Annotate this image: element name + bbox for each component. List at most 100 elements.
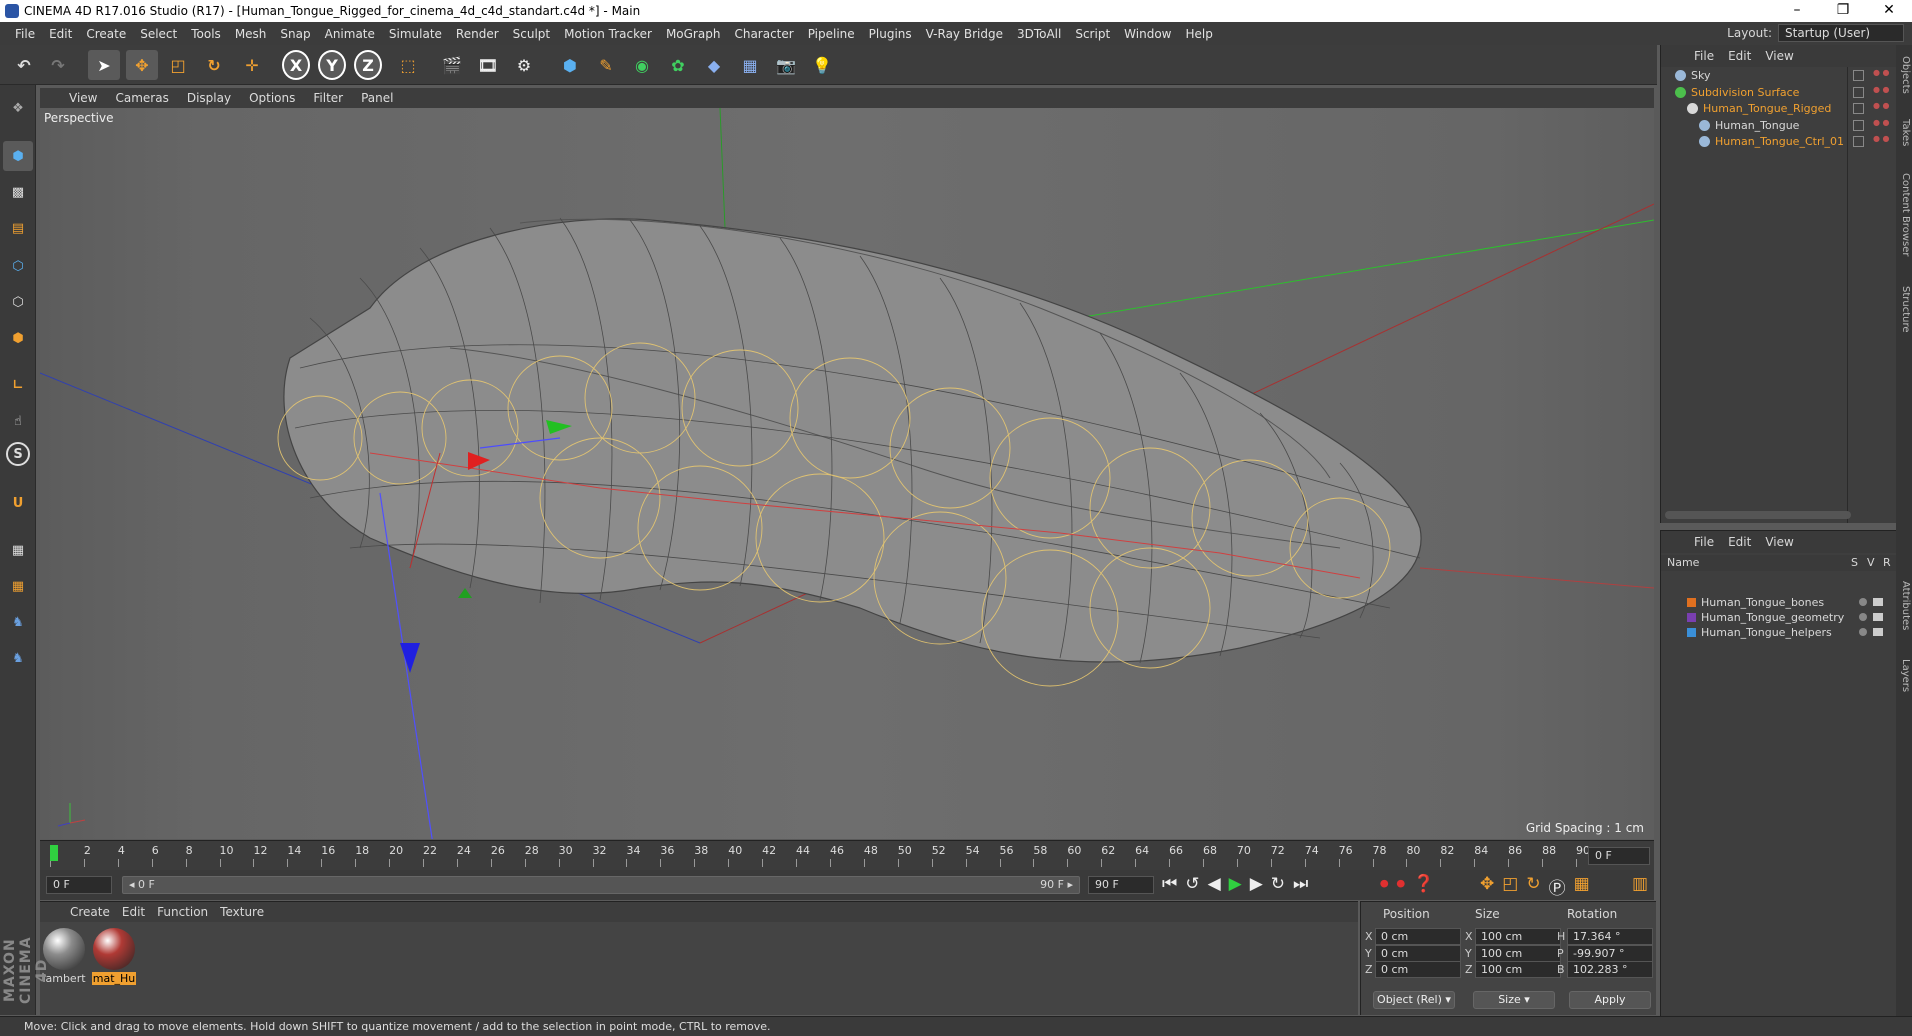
object-manager-scrollbar[interactable] xyxy=(1665,511,1851,519)
visibility-dots-icon[interactable]: ● ● xyxy=(1873,69,1890,77)
key-position-icon[interactable]: ✥ xyxy=(1480,874,1494,899)
layer-solo-toggle[interactable] xyxy=(1859,613,1867,621)
axis-y-button[interactable]: Y xyxy=(318,50,346,80)
object-tag-icon[interactable] xyxy=(1853,119,1864,131)
menu-edit[interactable]: Edit xyxy=(42,27,79,41)
render-settings-icon[interactable]: ⚙ xyxy=(508,50,540,80)
play-icon[interactable]: ▶ xyxy=(1229,874,1242,894)
side-tab-objects[interactable]: Objects xyxy=(1897,49,1911,101)
coordinate-system-icon[interactable]: ⬚ xyxy=(392,50,424,80)
select-tool-icon[interactable]: ➤ xyxy=(88,50,120,80)
workplane-mode-icon[interactable]: ▤ xyxy=(3,213,33,243)
subdivision-surface-icon[interactable]: ◉ xyxy=(626,50,658,80)
viewport-menu-cameras[interactable]: Cameras xyxy=(106,91,177,105)
rotation-field[interactable]: -99.907 ° xyxy=(1567,944,1653,962)
menu-sculpt[interactable]: Sculpt xyxy=(506,27,557,41)
rotate-tool-icon[interactable]: ↻ xyxy=(198,50,230,80)
object-row[interactable]: Human_Tongue_Ctrl_01 ● ● xyxy=(1661,133,1897,151)
viewport-menu-view[interactable]: View xyxy=(60,91,106,105)
menu-tools[interactable]: Tools xyxy=(184,27,228,41)
go-to-end-icon[interactable]: ⏭ xyxy=(1293,874,1308,894)
previous-frame-icon[interactable]: ◀ xyxy=(1208,874,1221,894)
floor-icon[interactable]: ▦ xyxy=(734,50,766,80)
render-view-icon[interactable]: 🎬 xyxy=(436,50,468,80)
material-swatch[interactable]: mat_Hu xyxy=(92,928,136,985)
edges-mode-icon[interactable]: ⬡ xyxy=(3,287,33,317)
close-button[interactable]: ✕ xyxy=(1866,0,1912,22)
python-script-2-icon[interactable]: ♞ xyxy=(3,643,33,673)
polygons-mode-icon[interactable]: ⬢ xyxy=(3,323,33,353)
maximize-button[interactable]: ❐ xyxy=(1820,0,1866,22)
menu-render[interactable]: Render xyxy=(449,27,506,41)
pen-spline-icon[interactable]: ✎ xyxy=(590,50,622,80)
axis-mode-icon[interactable]: ∟ xyxy=(3,370,33,400)
snap-icon[interactable]: S xyxy=(6,442,30,466)
layer-row[interactable]: Human_Tongue_helpers xyxy=(1661,625,1897,640)
layer-row[interactable]: Human_Tongue_geometry xyxy=(1661,610,1897,625)
viewport-menu-filter[interactable]: Filter xyxy=(304,91,352,105)
texture-mode-icon[interactable]: ▩ xyxy=(3,177,33,207)
viewport-menu-panel[interactable]: Panel xyxy=(352,91,402,105)
layer-name-column[interactable]: Name xyxy=(1667,555,1699,571)
object-menu-view[interactable]: View xyxy=(1758,49,1800,63)
layer-color-swatch[interactable] xyxy=(1687,613,1696,622)
layer-menu-file[interactable]: File xyxy=(1687,535,1721,549)
layer-row[interactable]: Human_Tongue_bones xyxy=(1661,595,1897,610)
visibility-dots-icon[interactable]: ● ● xyxy=(1873,85,1890,93)
object-tag-icon[interactable] xyxy=(1853,86,1864,98)
scale-tool-icon[interactable]: ◰ xyxy=(162,50,194,80)
menu-mesh[interactable]: Mesh xyxy=(228,27,274,41)
position-field[interactable]: 0 cm xyxy=(1375,944,1461,962)
menu-pipeline[interactable]: Pipeline xyxy=(801,27,862,41)
side-tab-takes[interactable]: Takes xyxy=(1897,113,1911,153)
layer-color-swatch[interactable] xyxy=(1687,598,1696,607)
model-mode-icon[interactable]: ⬢ xyxy=(3,141,33,171)
layer-solo-toggle[interactable] xyxy=(1859,628,1867,636)
layer-solo-toggle[interactable] xyxy=(1859,598,1867,606)
make-editable-icon[interactable]: ❖ xyxy=(3,93,33,123)
object-row[interactable]: Human_Tongue_Rigged ● ● xyxy=(1661,100,1897,118)
object-tag-icon[interactable] xyxy=(1853,103,1864,114)
next-key-icon[interactable]: ↻ xyxy=(1271,874,1285,894)
axis-z-button[interactable]: Z xyxy=(354,50,382,80)
side-tab-structure[interactable]: Structure xyxy=(1897,277,1911,341)
material-menu-create[interactable]: Create xyxy=(64,905,116,919)
menu-window[interactable]: Window xyxy=(1117,27,1178,41)
gizmo-y-small-handle[interactable] xyxy=(458,588,472,598)
minimize-button[interactable]: – xyxy=(1774,0,1820,22)
menu-v-ray-bridge[interactable]: V-Ray Bridge xyxy=(919,27,1010,41)
apply-button[interactable]: Apply xyxy=(1569,991,1651,1009)
object-menu-edit[interactable]: Edit xyxy=(1721,49,1758,63)
menu-mograph[interactable]: MoGraph xyxy=(659,27,728,41)
layer-visibility-icon[interactable] xyxy=(1873,598,1883,606)
light-icon[interactable]: 💡 xyxy=(806,50,838,80)
material-menu-edit[interactable]: Edit xyxy=(116,905,151,919)
menu-script[interactable]: Script xyxy=(1068,27,1117,41)
viewport-menu-display[interactable]: Display xyxy=(178,91,240,105)
go-to-start-icon[interactable]: ⏮ xyxy=(1162,874,1177,894)
layer-visibility-icon[interactable] xyxy=(1873,613,1883,621)
keyframe-selection-icon[interactable]: ❓ xyxy=(1413,874,1434,894)
record-keys-icon[interactable]: ⏺ xyxy=(1380,874,1389,894)
tweak-mode-icon[interactable]: ☝ xyxy=(3,406,33,436)
layer-color-swatch[interactable] xyxy=(1687,628,1696,637)
material-menu-texture[interactable]: Texture xyxy=(214,905,270,919)
side-tab-attributes[interactable]: Attributes xyxy=(1897,571,1911,641)
size-mode-dropdown[interactable]: Size ▾ xyxy=(1473,991,1555,1009)
autokey-icon[interactable]: ⏺ xyxy=(1397,874,1406,894)
next-frame-icon[interactable]: ▶ xyxy=(1250,874,1263,894)
live-selection-icon[interactable]: ✛ xyxy=(236,50,268,80)
previous-key-icon[interactable]: ↺ xyxy=(1185,874,1199,894)
key-rotation-icon[interactable]: ↻ xyxy=(1526,874,1540,899)
position-field[interactable]: 0 cm xyxy=(1375,961,1461,978)
current-frame-field[interactable]: 0 F xyxy=(1588,847,1650,865)
menu-select[interactable]: Select xyxy=(133,27,184,41)
menu-character[interactable]: Character xyxy=(727,27,800,41)
visibility-dots-icon[interactable]: ● ● xyxy=(1873,102,1890,110)
object-row[interactable]: Subdivision Surface ● ● xyxy=(1661,84,1897,102)
object-menu-file[interactable]: File xyxy=(1687,49,1721,63)
undo-icon[interactable]: ↶ xyxy=(8,50,40,80)
visibility-dots-icon[interactable]: ● ● xyxy=(1873,118,1890,126)
size-field[interactable]: 100 cm xyxy=(1475,928,1561,945)
timeline-ruler[interactable]: 0246810121416182022242628303234363840424… xyxy=(40,840,1654,870)
